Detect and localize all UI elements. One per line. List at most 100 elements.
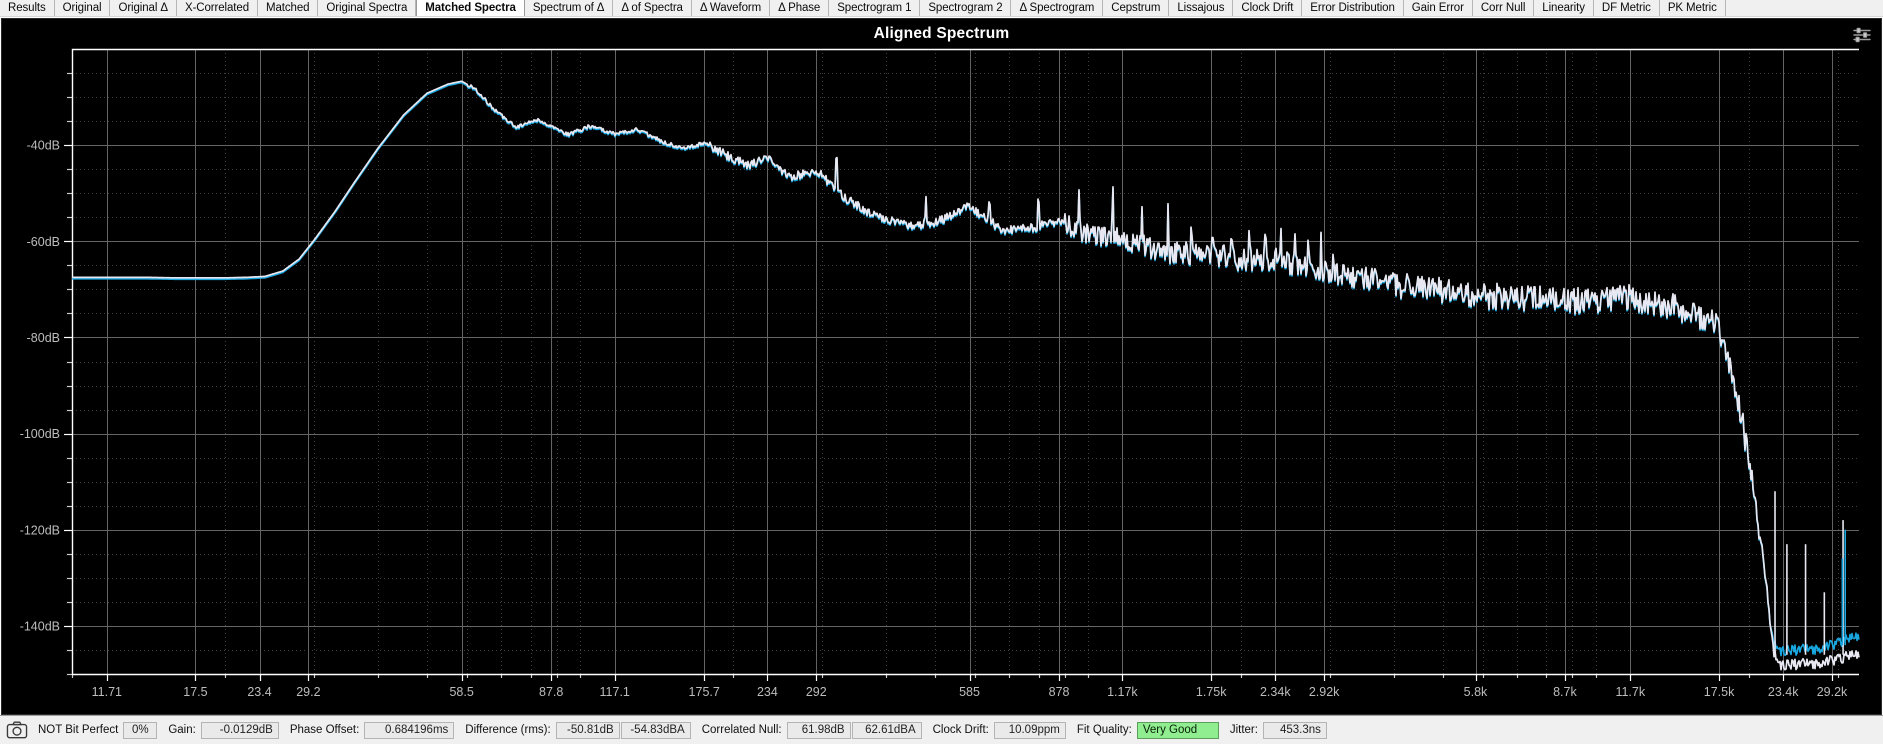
tab-gain-error[interactable]: Gain Error xyxy=(1404,0,1473,16)
tab-bar-filler xyxy=(1725,0,1883,16)
status-bar: NOT Bit Perfect 0% Gain: -0.0129dB Phase… xyxy=(0,715,1883,744)
difference-label: Difference (rms): xyxy=(465,724,551,736)
svg-text:2.34k: 2.34k xyxy=(1260,685,1291,699)
difference-db-value: -50.81dB xyxy=(555,721,620,739)
svg-text:17.5: 17.5 xyxy=(183,685,207,699)
svg-text:23.4k: 23.4k xyxy=(1768,685,1799,699)
tab-original[interactable]: Original xyxy=(55,0,111,16)
difference-dba-value: -54.83dBA xyxy=(620,721,691,739)
tab-spectrum-of[interactable]: Spectrum of Δ xyxy=(525,0,614,16)
tab-label: X-Correlated xyxy=(185,1,249,14)
tab-pk-metric[interactable]: PK Metric xyxy=(1660,0,1726,16)
tab-label: Δ Phase xyxy=(778,1,821,14)
tab-label: Clock Drift xyxy=(1241,1,1294,14)
tab-label: Original Spectra xyxy=(326,1,408,14)
tab-results[interactable]: Results xyxy=(0,0,55,16)
svg-text:1.75k: 1.75k xyxy=(1196,685,1227,699)
tab-spectrogram-2[interactable]: Spectrogram 2 xyxy=(920,0,1012,16)
jitter-label: Jitter: xyxy=(1229,724,1258,736)
svg-text:23.4: 23.4 xyxy=(247,685,271,699)
chart-title: Aligned Spectrum xyxy=(873,25,1010,42)
tab-label: Error Distribution xyxy=(1310,1,1395,14)
svg-text:-100dB: -100dB xyxy=(20,427,60,441)
tab-matched-spectra[interactable]: Matched Spectra xyxy=(416,0,525,16)
tab-cepstrum[interactable]: Cepstrum xyxy=(1103,0,1170,16)
tab-waveform[interactable]: Δ Waveform xyxy=(692,0,771,16)
tab-spectrogram[interactable]: Δ Spectrogram xyxy=(1011,0,1104,16)
tab-label: Matched xyxy=(266,1,310,14)
svg-text:87.8: 87.8 xyxy=(539,685,563,699)
tab-label: Spectrum of Δ xyxy=(532,1,605,14)
tab-x-correlated[interactable]: X-Correlated xyxy=(177,0,258,16)
svg-text:8.7k: 8.7k xyxy=(1553,685,1577,699)
tab-label: Δ Spectrogram xyxy=(1019,1,1095,14)
clock-drift-value: 10.09ppm xyxy=(993,721,1066,739)
svg-text:234: 234 xyxy=(757,685,778,699)
tab-label: Spectrogram 2 xyxy=(928,1,1003,14)
svg-text:17.5k: 17.5k xyxy=(1704,685,1735,699)
svg-text:-140dB: -140dB xyxy=(20,619,60,633)
tab-phase[interactable]: Δ Phase xyxy=(770,0,830,16)
tab-corr-null[interactable]: Corr Null xyxy=(1473,0,1535,16)
phase-offset-value: 0.684196ms xyxy=(364,721,455,739)
camera-icon[interactable] xyxy=(6,720,28,740)
svg-text:-40dB: -40dB xyxy=(27,139,60,153)
jitter-value: 453.3ns xyxy=(1262,721,1327,739)
audio-analyzer-window: Results Original Original Δ X-Correlated Mat… xyxy=(0,0,1883,744)
correlated-null-dba-value: 62.61dBA xyxy=(851,721,922,739)
tab-label: Spectrogram 1 xyxy=(837,1,912,14)
svg-text:585: 585 xyxy=(959,685,980,699)
phase-offset-label: Phase Offset: xyxy=(289,724,360,736)
svg-text:292: 292 xyxy=(806,685,827,699)
tab-spectrogram-1[interactable]: Spectrogram 1 xyxy=(829,0,921,16)
svg-text:2.92k: 2.92k xyxy=(1309,685,1340,699)
clock-drift-label: Clock Drift: xyxy=(932,724,989,736)
tab-of-spectra[interactable]: Δ of Spectra xyxy=(613,0,692,16)
tab-label: Original Δ xyxy=(118,1,168,14)
fit-quality-label: Fit Quality: xyxy=(1076,724,1132,736)
tab-matched[interactable]: Matched xyxy=(258,0,319,16)
tab-df-metric[interactable]: DF Metric xyxy=(1594,0,1660,16)
svg-text:-120dB: -120dB xyxy=(20,523,60,537)
tab-linearity[interactable]: Linearity xyxy=(1534,0,1594,16)
svg-text:5.8k: 5.8k xyxy=(1464,685,1488,699)
tab-list: Results Original Original Δ X-Correlated Mat… xyxy=(0,0,1726,16)
tab-clock-drift[interactable]: Clock Drift xyxy=(1233,0,1303,16)
svg-text:29.2: 29.2 xyxy=(296,685,320,699)
svg-text:29.2k: 29.2k xyxy=(1817,685,1848,699)
svg-text:-60dB: -60dB xyxy=(27,235,60,249)
tab-label: Cepstrum xyxy=(1111,1,1161,14)
correlated-null-label: Correlated Null: xyxy=(701,724,782,736)
svg-text:117.1: 117.1 xyxy=(600,685,630,699)
tab-original[interactable]: Original Δ xyxy=(110,0,177,16)
spectrum-chart[interactable]: Aligned Spectrum -40dB -60dB -80dB -100dB xyxy=(1,18,1882,715)
tab-label: Lissajous xyxy=(1177,1,1225,14)
svg-text:1.17k: 1.17k xyxy=(1107,685,1138,699)
tab-label: Δ Waveform xyxy=(699,1,762,14)
fit-quality-badge: Very Good xyxy=(1136,721,1219,739)
svg-text:878: 878 xyxy=(1049,685,1070,699)
tab-bar: Results Original Original Δ X-Correlated Mat… xyxy=(0,0,1883,17)
bit-perfect-label: NOT Bit Perfect xyxy=(38,724,119,736)
tab-error-distribution[interactable]: Error Distribution xyxy=(1302,0,1404,16)
bit-perfect-value: 0% xyxy=(123,721,158,739)
svg-text:11.7k: 11.7k xyxy=(1615,685,1645,699)
correlated-null-db-value: 61.98dB xyxy=(786,721,851,739)
tab-label: Original xyxy=(62,1,102,14)
chart-panel: Aligned Spectrum -40dB -60dB -80dB -100dB xyxy=(0,17,1883,715)
tab-label: Gain Error xyxy=(1411,1,1464,14)
sliders-icon[interactable] xyxy=(1851,24,1873,46)
svg-text:58.5: 58.5 xyxy=(449,685,473,699)
tab-label: Δ of Spectra xyxy=(621,1,683,14)
gain-value: -0.0129dB xyxy=(200,721,279,739)
tab-label: Matched Spectra xyxy=(425,1,516,14)
gain-label: Gain: xyxy=(168,724,196,736)
tab-lissajous[interactable]: Lissajous xyxy=(1169,0,1234,16)
tab-original-spectra[interactable]: Original Spectra xyxy=(318,0,417,16)
svg-text:-80dB: -80dB xyxy=(27,331,60,345)
tab-label: Results xyxy=(8,1,46,14)
tab-label: Linearity xyxy=(1542,1,1585,14)
tab-label: DF Metric xyxy=(1601,1,1651,14)
spectrum-plot: -40dB -60dB -80dB -100dB -120dB -140dB 11.71 17… xyxy=(2,19,1881,714)
tab-label: Corr Null xyxy=(1480,1,1526,14)
